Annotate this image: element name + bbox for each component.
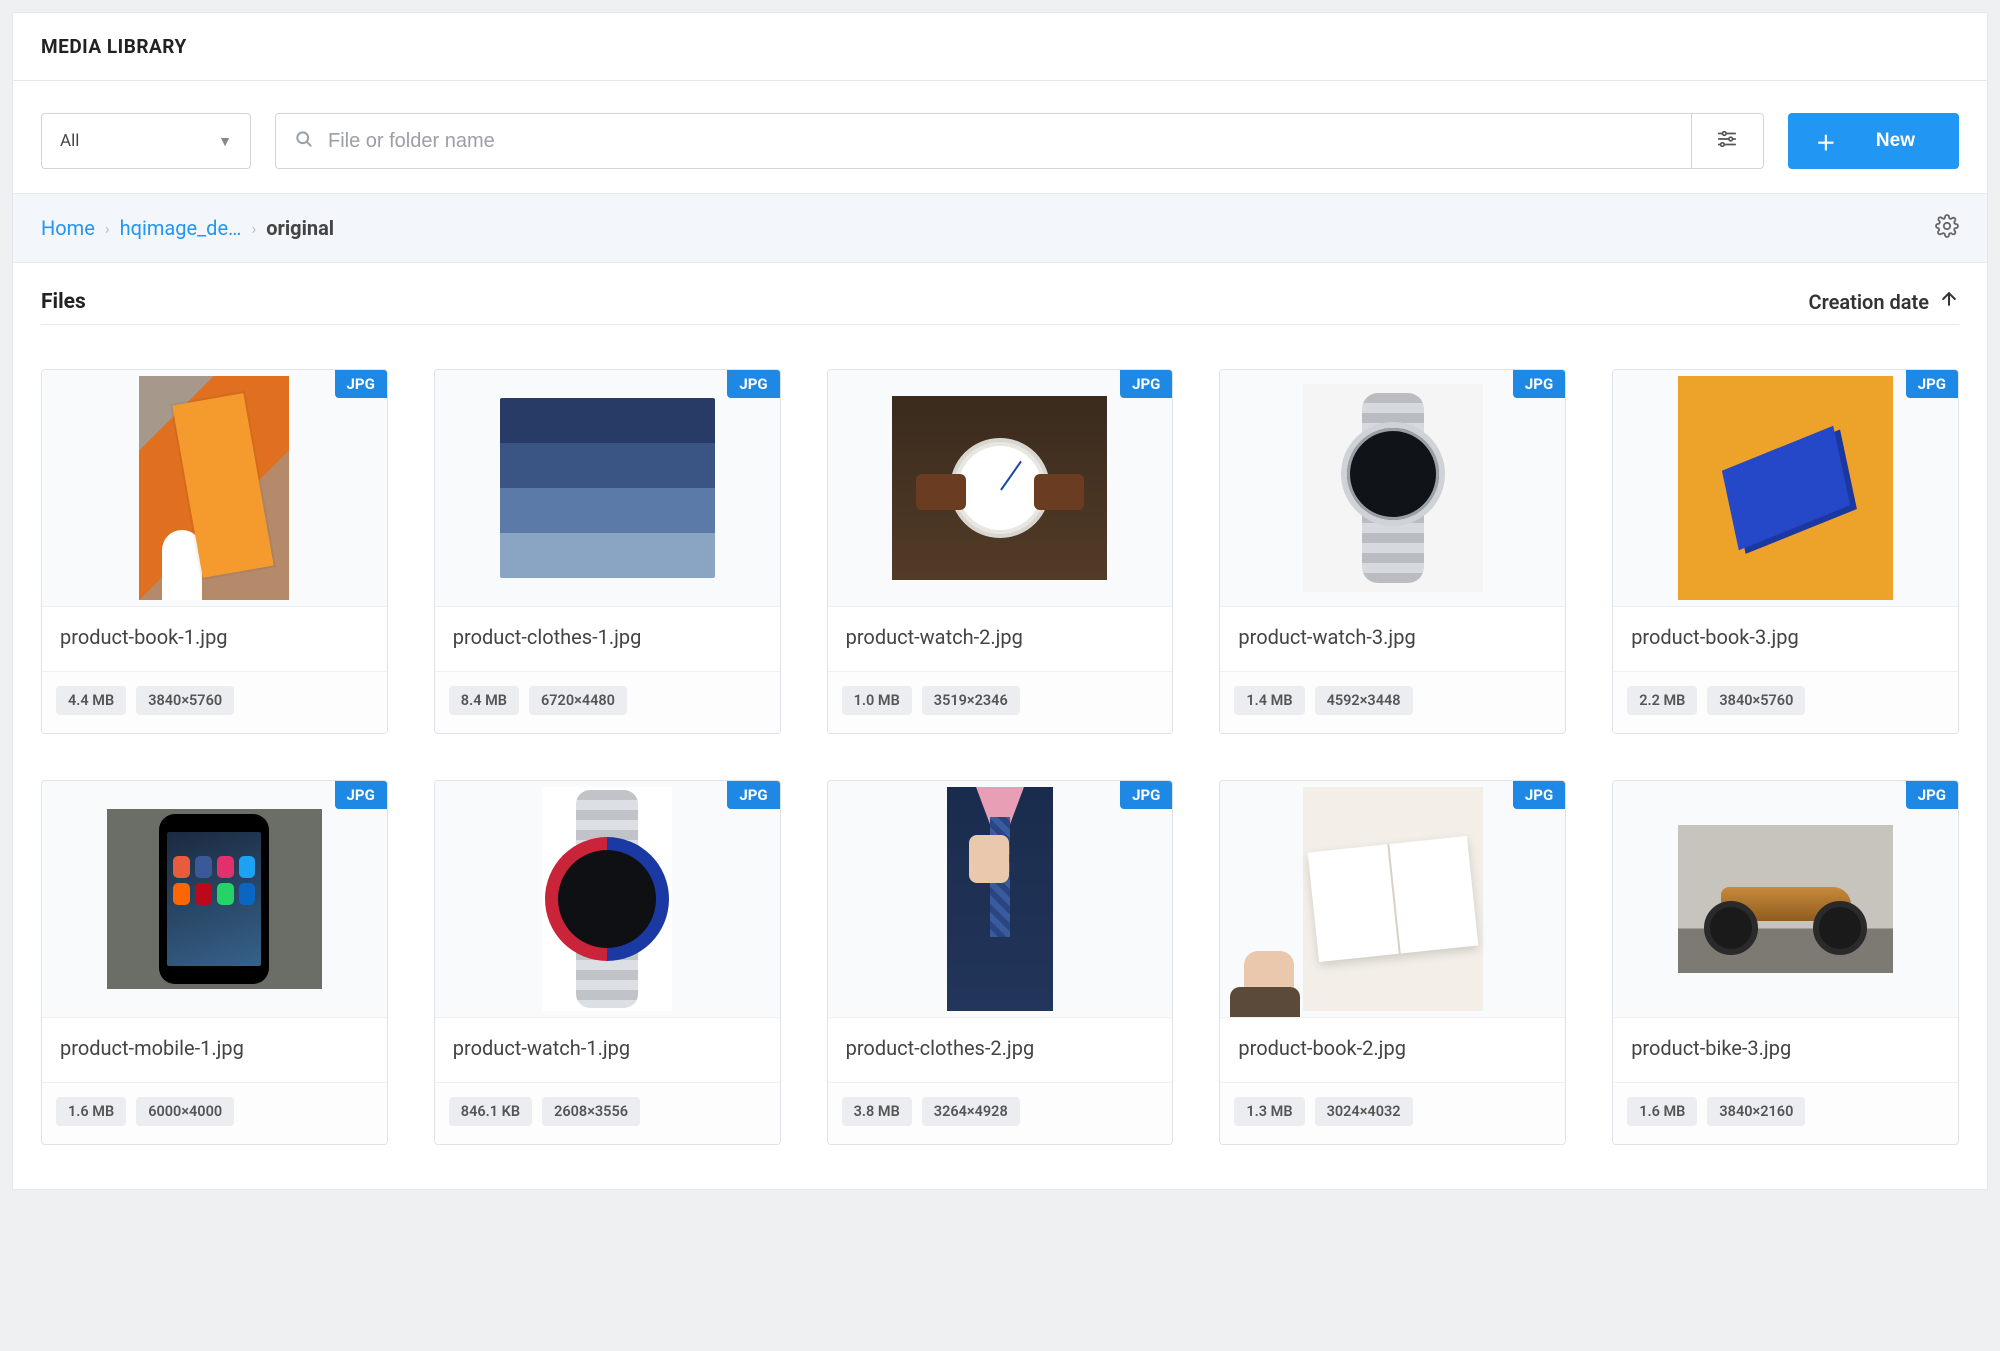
search-filters-button[interactable] bbox=[1691, 114, 1763, 168]
file-ext-badge: JPG bbox=[727, 370, 779, 398]
file-meta: 2.2 MB 3840×5760 bbox=[1613, 671, 1958, 733]
file-meta: 3.8 MB 3264×4928 bbox=[828, 1082, 1173, 1144]
file-dimensions: 3024×4032 bbox=[1315, 1097, 1413, 1126]
file-dimensions: 3264×4928 bbox=[922, 1097, 1020, 1126]
title-bar: MEDIA LIBRARY bbox=[13, 13, 1987, 81]
file-size: 1.4 MB bbox=[1234, 686, 1304, 715]
sort-label: Creation date bbox=[1809, 290, 1929, 314]
search-bar bbox=[275, 113, 1764, 169]
file-name: product-book-3.jpg bbox=[1613, 606, 1958, 671]
file-ext-badge: JPG bbox=[727, 781, 779, 809]
file-thumbnail: JPG bbox=[42, 370, 387, 606]
file-name: product-clothes-1.jpg bbox=[435, 606, 780, 671]
file-card[interactable]: JPG product-book-2.jpg 1.3 MB 3024×4032 bbox=[1219, 780, 1566, 1145]
file-size: 1.6 MB bbox=[56, 1097, 126, 1126]
chevron-right-icon: › bbox=[105, 219, 110, 238]
file-ext-badge: JPG bbox=[1906, 781, 1958, 809]
file-thumbnail: JPG bbox=[828, 781, 1173, 1017]
file-dimensions: 3840×5760 bbox=[136, 686, 234, 715]
file-thumbnail: JPG bbox=[1613, 781, 1958, 1017]
file-thumbnail: JPG bbox=[1613, 370, 1958, 606]
list-heading: Files bbox=[41, 290, 86, 314]
file-card[interactable]: JPG product-clothes-2.jpg 3.8 MB 3264×4928 bbox=[827, 780, 1174, 1145]
file-meta: 1.3 MB 3024×4032 bbox=[1220, 1082, 1565, 1144]
file-name: product-bike-3.jpg bbox=[1613, 1017, 1958, 1082]
file-size: 1.0 MB bbox=[842, 686, 912, 715]
file-thumbnail: JPG bbox=[435, 781, 780, 1017]
search-icon bbox=[294, 129, 314, 154]
file-dimensions: 4592×3448 bbox=[1315, 686, 1413, 715]
file-card[interactable]: JPG product-watch-2.jpg 1.0 MB 3519×2346 bbox=[827, 369, 1174, 734]
file-size: 1.6 MB bbox=[1627, 1097, 1697, 1126]
filter-value: All bbox=[60, 131, 79, 151]
breadcrumb-bar: Home › hqimage_de… › original bbox=[13, 194, 1987, 263]
file-card[interactable]: JPG product-mobile-1.jpg 1.6 MB 6000×4000 bbox=[41, 780, 388, 1145]
new-button-label: New bbox=[1876, 130, 1915, 152]
file-meta: 846.1 KB 2608×3556 bbox=[435, 1082, 780, 1144]
file-dimensions: 3840×5760 bbox=[1707, 686, 1805, 715]
file-name: product-mobile-1.jpg bbox=[42, 1017, 387, 1082]
file-size: 846.1 KB bbox=[449, 1097, 532, 1126]
arrow-up-icon bbox=[1939, 289, 1959, 314]
file-grid: JPG product-book-1.jpg 4.4 MB 3840×5760 JPG p… bbox=[13, 325, 1987, 1189]
breadcrumb-home[interactable]: Home bbox=[41, 216, 95, 240]
file-ext-badge: JPG bbox=[1513, 370, 1565, 398]
file-thumbnail: JPG bbox=[42, 781, 387, 1017]
file-thumbnail: JPG bbox=[828, 370, 1173, 606]
file-size: 4.4 MB bbox=[56, 686, 126, 715]
file-size: 1.3 MB bbox=[1234, 1097, 1304, 1126]
file-name: product-watch-1.jpg bbox=[435, 1017, 780, 1082]
file-thumbnail: JPG bbox=[1220, 370, 1565, 606]
breadcrumb-folder[interactable]: hqimage_de… bbox=[120, 216, 242, 240]
file-ext-badge: JPG bbox=[1120, 781, 1172, 809]
file-card[interactable]: JPG product-watch-1.jpg 846.1 KB 2608×3556 bbox=[434, 780, 781, 1145]
file-dimensions: 6720×4480 bbox=[529, 686, 627, 715]
file-meta: 4.4 MB 3840×5760 bbox=[42, 671, 387, 733]
file-card[interactable]: JPG product-book-1.jpg 4.4 MB 3840×5760 bbox=[41, 369, 388, 734]
caret-down-icon: ▼ bbox=[218, 133, 232, 150]
file-size: 3.8 MB bbox=[842, 1097, 912, 1126]
filter-select[interactable]: All ▼ bbox=[41, 113, 251, 169]
search-input[interactable] bbox=[328, 130, 1673, 153]
breadcrumb: Home › hqimage_de… › original bbox=[41, 216, 334, 240]
file-dimensions: 3519×2346 bbox=[922, 686, 1020, 715]
file-ext-badge: JPG bbox=[335, 370, 387, 398]
plus-icon: ＋ bbox=[1816, 127, 1836, 156]
file-meta: 1.0 MB 3519×2346 bbox=[828, 671, 1173, 733]
file-size: 8.4 MB bbox=[449, 686, 519, 715]
file-dimensions: 2608×3556 bbox=[542, 1097, 640, 1126]
file-dimensions: 3840×2160 bbox=[1707, 1097, 1805, 1126]
gear-icon[interactable] bbox=[1935, 214, 1959, 242]
search-input-area[interactable] bbox=[276, 114, 1691, 168]
file-name: product-watch-3.jpg bbox=[1220, 606, 1565, 671]
file-meta: 8.4 MB 6720×4480 bbox=[435, 671, 780, 733]
file-name: product-book-2.jpg bbox=[1220, 1017, 1565, 1082]
file-name: product-watch-2.jpg bbox=[828, 606, 1173, 671]
page-title: MEDIA LIBRARY bbox=[41, 35, 1959, 58]
breadcrumb-current: original bbox=[266, 216, 334, 240]
file-meta: 1.6 MB 3840×2160 bbox=[1613, 1082, 1958, 1144]
file-ext-badge: JPG bbox=[1120, 370, 1172, 398]
file-card[interactable]: JPG product-clothes-1.jpg 8.4 MB 6720×4480 bbox=[434, 369, 781, 734]
file-thumbnail: JPG bbox=[1220, 781, 1565, 1017]
file-size: 2.2 MB bbox=[1627, 686, 1697, 715]
file-card[interactable]: JPG product-book-3.jpg 2.2 MB 3840×5760 bbox=[1612, 369, 1959, 734]
list-header: Files Creation date bbox=[13, 263, 1987, 324]
file-ext-badge: JPG bbox=[1906, 370, 1958, 398]
file-dimensions: 6000×4000 bbox=[136, 1097, 234, 1126]
file-ext-badge: JPG bbox=[335, 781, 387, 809]
sliders-icon bbox=[1716, 128, 1738, 154]
file-thumbnail: JPG bbox=[435, 370, 780, 606]
file-meta: 1.4 MB 4592×3448 bbox=[1220, 671, 1565, 733]
file-card[interactable]: JPG product-bike-3.jpg 1.6 MB 3840×2160 bbox=[1612, 780, 1959, 1145]
file-ext-badge: JPG bbox=[1513, 781, 1565, 809]
toolbar: All ▼ bbox=[13, 81, 1987, 194]
file-card[interactable]: JPG product-watch-3.jpg 1.4 MB 4592×3448 bbox=[1219, 369, 1566, 734]
sort-control[interactable]: Creation date bbox=[1809, 289, 1959, 314]
file-name: product-book-1.jpg bbox=[42, 606, 387, 671]
new-button[interactable]: ＋ New bbox=[1788, 113, 1959, 169]
chevron-right-icon: › bbox=[251, 219, 256, 238]
file-name: product-clothes-2.jpg bbox=[828, 1017, 1173, 1082]
file-meta: 1.6 MB 6000×4000 bbox=[42, 1082, 387, 1144]
